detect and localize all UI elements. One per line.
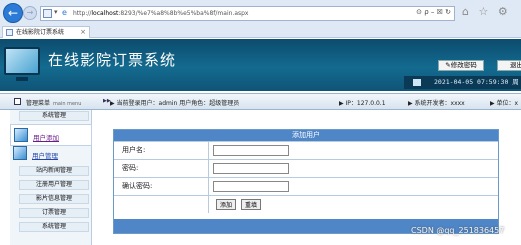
current-user-info: ▶ 当前登录用户：admin 用户角色：超级管理员 <box>110 100 240 107</box>
monitor-small-icon <box>413 79 421 86</box>
browser-toolbar-icons[interactable]: ⌂ ☆ ⚙ <box>462 5 511 18</box>
sidebar-group-label[interactable]: 用户管理 <box>32 150 58 160</box>
address-url[interactable]: http://localhost:8293/%e7%a8%8b%e5%ba%8f… <box>73 10 248 17</box>
form-buttons-row: 添加 重填 <box>114 195 498 213</box>
exit-button[interactable]: 退出 <box>497 60 521 71</box>
datetime-bar: 2021-04-05 07:59:30 周 <box>404 76 521 89</box>
back-arrow-icon[interactable]: ← <box>3 3 23 23</box>
page-icon <box>6 29 13 36</box>
app-title: 在线影院订票系统 <box>48 51 177 69</box>
tab-title: 在线影院订票系统 <box>16 29 65 36</box>
password-label: 密码: <box>114 160 209 177</box>
username-row: 用户名: <box>114 141 498 159</box>
password-input[interactable] <box>213 163 289 174</box>
unit-info: ▶ 单位：x <box>490 100 519 107</box>
page-icon <box>43 9 52 18</box>
info-bar: 管理菜单 main menu ▶▶ ▶ 当前登录用户：admin 用户角色：超级管… <box>0 93 521 110</box>
menu-title: 管理菜单 main menu <box>26 100 82 107</box>
user-manage-icon <box>13 146 27 160</box>
ip-info: ▶ IP：127.0.0.1 <box>339 100 386 107</box>
watermark: CSDN @qq_251836457 <box>411 226 505 235</box>
sidebar-item-registered-users[interactable]: 注册用户管理 <box>19 180 89 190</box>
reset-button[interactable]: 重填 <box>241 199 262 210</box>
menu-icon <box>14 98 21 105</box>
change-password-button[interactable]: ✎修改密码 <box>438 60 484 71</box>
sidebar-item-system[interactable]: 系统管理 <box>19 222 89 232</box>
confirm-password-input[interactable] <box>213 181 289 192</box>
add-user-form: 添加用户 用户名: 密码: 确认密码: 添加 重填 <box>113 129 499 234</box>
chevron-down-icon[interactable]: ▾ <box>54 8 58 16</box>
datetime-text: 2021-04-05 07:59:30 周 <box>434 78 519 86</box>
app-header: 在线影院订票系统 ✎修改密码 退出 2021-04-05 07:59:30 周 <box>0 39 521 91</box>
user-add-icon <box>14 128 28 142</box>
sidebar-group-user-manage[interactable]: 用户管理 <box>10 143 92 165</box>
sidebar-item-films[interactable]: 影片信息管理 <box>19 194 89 204</box>
confirm-password-row: 确认密码: <box>114 177 498 195</box>
address-tools[interactable]: ⊙ ρ – ☒ ↻ <box>416 8 451 16</box>
username-label: 用户名: <box>114 142 209 159</box>
close-icon[interactable]: × <box>80 27 86 38</box>
address-bar[interactable]: ▾ e http://localhost:8293/%e7%a8%8b%e5%b… <box>40 6 455 21</box>
sidebar-item-system-top[interactable]: 系统管理 <box>19 111 89 121</box>
developer-info: ▶ 系统开发者：xxxx <box>408 100 465 107</box>
add-button[interactable]: 添加 <box>216 199 237 210</box>
form-title: 添加用户 <box>114 130 498 141</box>
monitor-icon <box>4 47 40 81</box>
browser-tab[interactable]: 在线影院订票系统 × <box>2 26 90 38</box>
sidebar-item-news[interactable]: 站内新闻管理 <box>19 166 89 176</box>
sidebar: 系统管理 用户添加 用户管理 站内新闻管理 注册用户管理 影片信息管理 订票管理… <box>10 110 92 245</box>
sidebar-item-tickets[interactable]: 订票管理 <box>19 208 89 218</box>
sidebar-group-label[interactable]: 用户添加 <box>33 132 59 142</box>
username-input[interactable] <box>213 145 289 156</box>
password-row: 密码: <box>114 159 498 177</box>
browser-logo-icon: e <box>62 8 67 17</box>
forward-arrow-icon[interactable]: → <box>23 6 37 20</box>
browser-chrome: ← → ▾ e http://localhost:8293/%e7%a8%8b%… <box>0 0 521 38</box>
buttons-label-cell <box>114 196 209 213</box>
confirm-password-label: 确认密码: <box>114 178 209 195</box>
